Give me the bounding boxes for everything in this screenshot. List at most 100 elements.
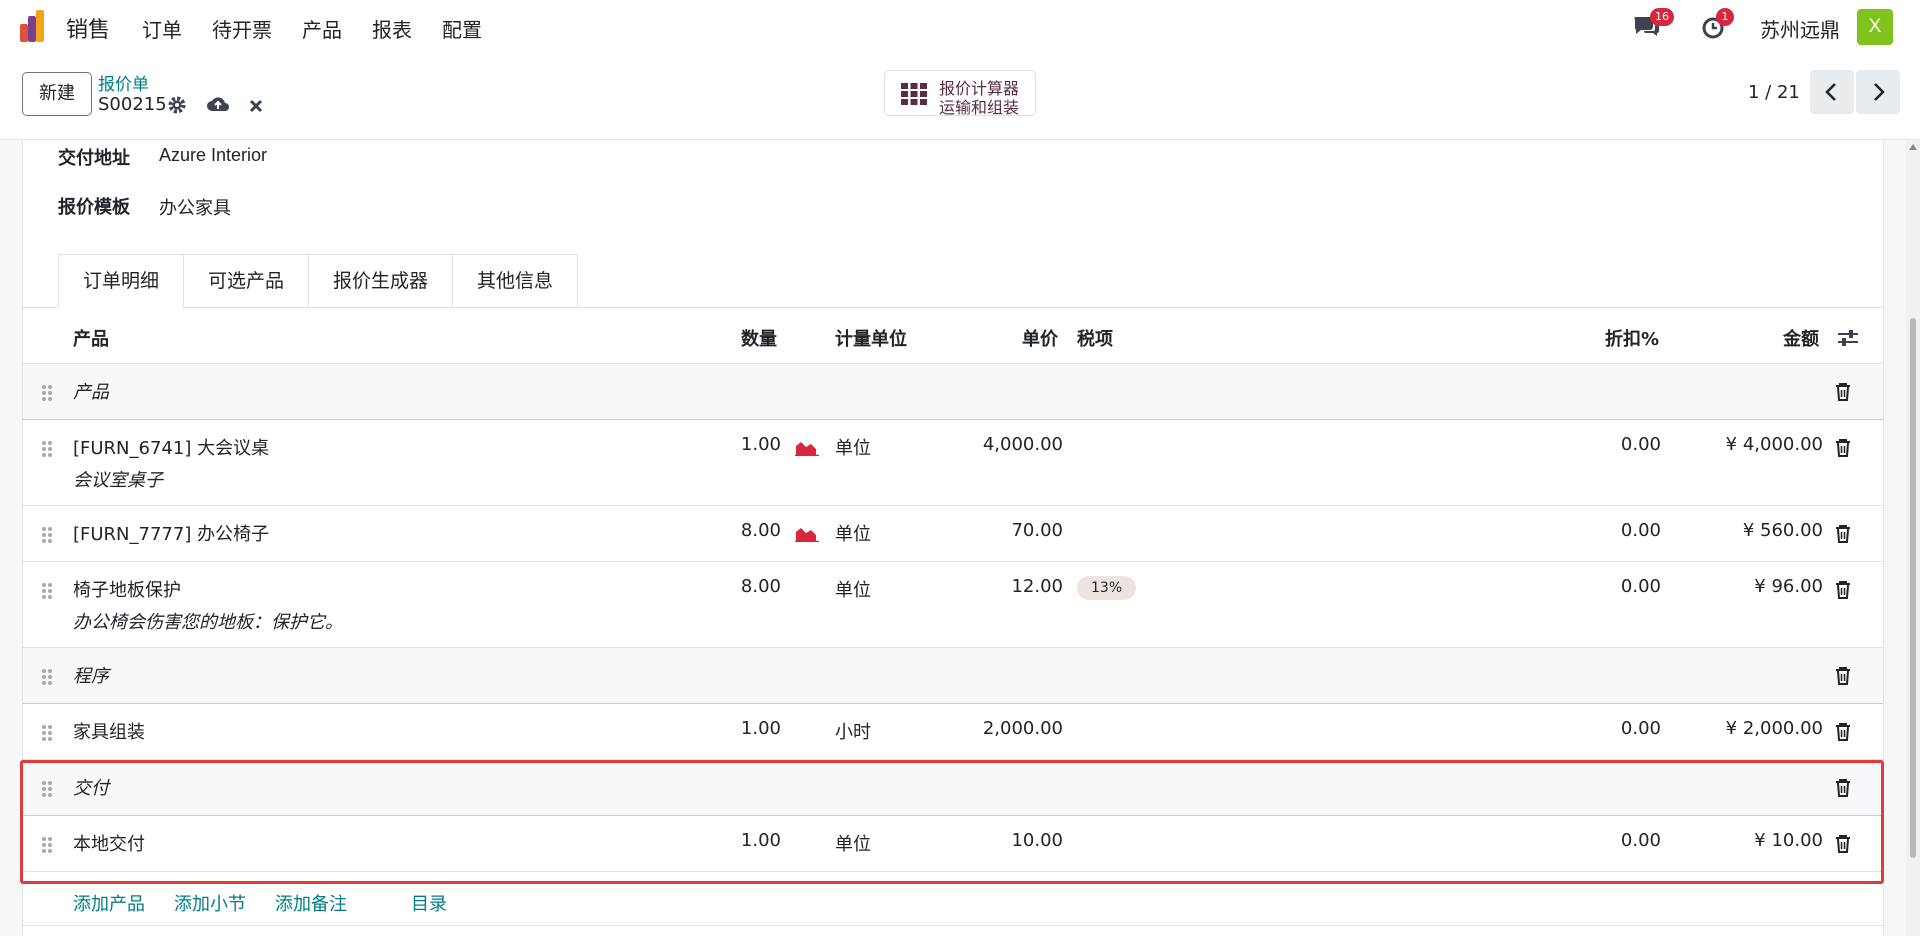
add-note-link[interactable]: 添加备注 (275, 890, 347, 916)
menu-orders[interactable]: 订单 (142, 14, 182, 43)
order-line-row[interactable]: 本地交付 1.00 单位 10.00 0.00 ¥ 10.00 (23, 816, 1883, 872)
drag-handle-icon[interactable] (41, 780, 53, 798)
product-description[interactable]: 会议室桌子 (73, 466, 163, 492)
sales-app-icon[interactable] (20, 10, 52, 42)
unit-price-cell[interactable]: 4,000.00 (923, 434, 1063, 455)
cloud-save-icon[interactable] (206, 94, 230, 116)
chevron-right-icon (1874, 83, 1885, 101)
delivery-address-label: 交付地址 (58, 148, 130, 169)
uom-cell[interactable]: 小时 (835, 718, 871, 744)
quantity-cell[interactable]: 1.00 (713, 434, 781, 455)
product-description[interactable]: 办公椅会伤害您的地板：保护它。 (73, 608, 343, 634)
forecast-chart-icon[interactable] (795, 524, 819, 542)
app-brand[interactable]: 销售 (66, 12, 110, 44)
uom-cell[interactable]: 单位 (835, 434, 871, 460)
quantity-cell[interactable]: 8.00 (713, 520, 781, 541)
drag-handle-icon[interactable] (41, 384, 53, 402)
discount-cell[interactable]: 0.00 (1523, 718, 1661, 739)
discard-x-icon[interactable] (247, 94, 265, 116)
order-line-row[interactable]: [FURN_6741] 大会议桌 会议室桌子 1.00 单位 4,000.00 … (23, 420, 1883, 506)
user-avatar[interactable]: X (1857, 9, 1893, 45)
unit-price-cell[interactable]: 2,000.00 (923, 718, 1063, 739)
discount-cell[interactable]: 0.00 (1523, 434, 1661, 455)
product-name[interactable]: [FURN_6741] 大会议桌 (73, 434, 269, 460)
drag-handle-icon[interactable] (41, 668, 53, 686)
breadcrumb-quotations[interactable]: 报价单 (98, 70, 149, 95)
pager-value[interactable]: 1 / 21 (1748, 82, 1800, 103)
drag-handle-icon[interactable] (41, 724, 53, 742)
catalog-link[interactable]: 目录 (411, 890, 447, 916)
drag-handle-icon[interactable] (41, 526, 53, 544)
product-name[interactable]: 本地交付 (73, 830, 145, 856)
order-lines-header: 产品 数量 计量单位 单价 税项 折扣% 金额 (23, 308, 1883, 364)
drag-handle-icon[interactable] (41, 582, 53, 600)
order-line-row[interactable]: 椅子地板保护 办公椅会伤害您的地板：保护它。 8.00 单位 12.00 13%… (23, 562, 1883, 648)
header-product[interactable]: 产品 (73, 325, 109, 351)
trash-icon[interactable] (1835, 834, 1851, 854)
discount-cell[interactable]: 0.00 (1523, 830, 1661, 851)
quote-calculator-button[interactable]: 报价计算器 运输和组装 (884, 70, 1036, 117)
product-name[interactable]: 家具组装 (73, 718, 145, 744)
section-row[interactable]: 程序 (23, 648, 1883, 704)
delivery-address-field[interactable]: Azure Interior (159, 145, 267, 166)
gear-icon[interactable] (166, 94, 188, 116)
drag-handle-icon[interactable] (41, 440, 53, 458)
notebook-tabs: 订单明细 可选产品 报价生成器 其他信息 (58, 254, 579, 308)
section-name[interactable]: 产品 (73, 378, 109, 404)
unit-price-cell[interactable]: 70.00 (923, 520, 1063, 541)
section-row[interactable]: 交付 (23, 760, 1883, 816)
add-section-link[interactable]: 添加小节 (174, 890, 246, 916)
tab-other-info[interactable]: 其他信息 (453, 254, 579, 308)
order-line-row[interactable]: [FURN_7777] 办公椅子 8.00 单位 70.00 0.00 ¥ 56… (23, 506, 1883, 562)
pager-next-button[interactable] (1856, 70, 1900, 114)
order-line-row[interactable]: 家具组装 1.00 小时 2,000.00 0.00 ¥ 2,000.00 (23, 704, 1883, 760)
quantity-cell[interactable]: 8.00 (713, 576, 781, 597)
quote-template-field[interactable]: 办公家具 (159, 194, 231, 220)
discount-cell[interactable]: 0.00 (1523, 520, 1661, 541)
uom-cell[interactable]: 单位 (835, 520, 871, 546)
header-taxes[interactable]: 税项 (1077, 325, 1113, 351)
uom-cell[interactable]: 单位 (835, 576, 871, 602)
section-name[interactable]: 交付 (73, 774, 109, 800)
menu-products[interactable]: 产品 (302, 14, 342, 43)
trash-icon[interactable] (1835, 778, 1851, 798)
trash-icon[interactable] (1835, 438, 1851, 458)
menu-reporting[interactable]: 报表 (372, 14, 412, 43)
pager-previous-button[interactable] (1810, 70, 1854, 114)
trash-icon[interactable] (1835, 722, 1851, 742)
header-quantity[interactable]: 数量 (741, 325, 777, 351)
tab-optional-products[interactable]: 可选产品 (184, 254, 310, 308)
new-button[interactable]: 新建 (22, 72, 92, 116)
add-product-link[interactable]: 添加产品 (73, 890, 145, 916)
header-amount[interactable]: 金额 (1783, 325, 1819, 351)
trash-icon[interactable] (1835, 580, 1851, 600)
tab-quote-builder[interactable]: 报价生成器 (309, 254, 454, 308)
menu-configuration[interactable]: 配置 (442, 14, 482, 43)
scroll-up-arrow-icon[interactable] (1909, 144, 1917, 150)
trash-icon[interactable] (1835, 382, 1851, 402)
company-switcher[interactable]: 苏州远鼎 (1760, 14, 1840, 43)
scrollbar-thumb[interactable] (1910, 318, 1916, 858)
section-name[interactable]: 程序 (73, 662, 109, 688)
forecast-chart-icon[interactable] (795, 438, 819, 456)
uom-cell[interactable]: 单位 (835, 830, 871, 856)
drag-handle-icon[interactable] (41, 836, 53, 854)
trash-icon[interactable] (1835, 524, 1851, 544)
column-settings-icon[interactable] (1837, 328, 1859, 348)
product-name[interactable]: 椅子地板保护 (73, 576, 181, 602)
unit-price-cell[interactable]: 10.00 (923, 830, 1063, 851)
discount-cell[interactable]: 0.00 (1523, 576, 1661, 597)
unit-price-cell[interactable]: 12.00 (923, 576, 1063, 597)
quantity-cell[interactable]: 1.00 (713, 718, 781, 739)
vertical-scrollbar[interactable] (1906, 140, 1920, 936)
header-discount[interactable]: 折扣% (1605, 325, 1659, 351)
header-uom[interactable]: 计量单位 (835, 325, 907, 351)
tax-badge[interactable]: 13% (1077, 576, 1137, 600)
quantity-cell[interactable]: 1.00 (713, 830, 781, 851)
tab-order-lines[interactable]: 订单明细 (58, 254, 185, 308)
section-row[interactable]: 产品 (23, 364, 1883, 420)
header-unit-price[interactable]: 单价 (1022, 325, 1058, 351)
menu-to-invoice[interactable]: 待开票 (212, 14, 272, 43)
product-name[interactable]: [FURN_7777] 办公椅子 (73, 520, 269, 546)
trash-icon[interactable] (1835, 666, 1851, 686)
